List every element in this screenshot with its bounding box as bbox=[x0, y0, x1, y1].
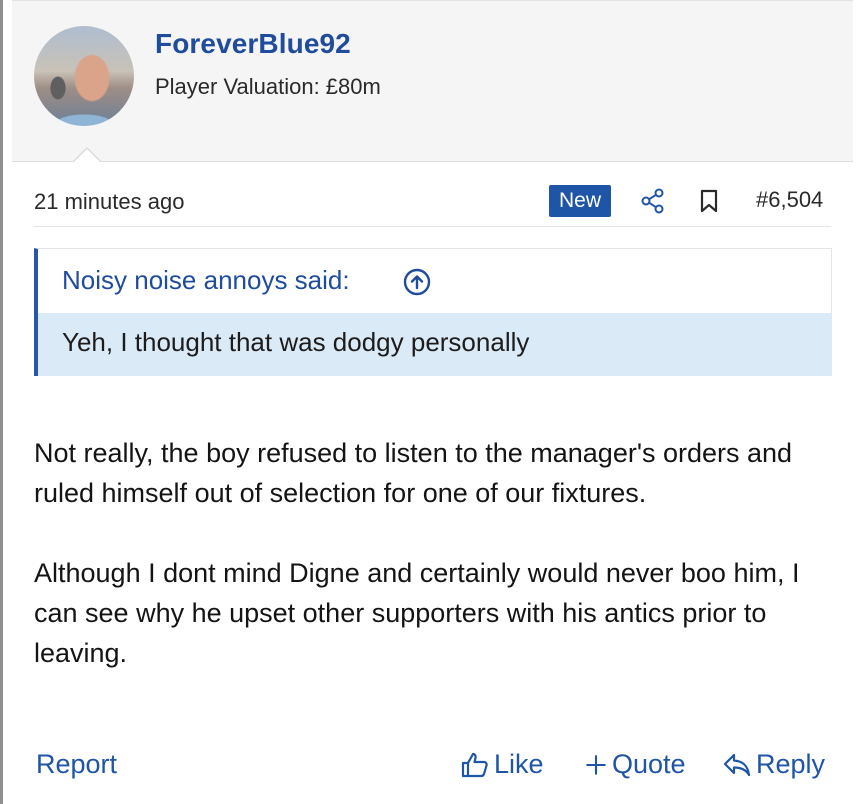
post-user-header: ForeverBlue92 Player Valuation: £80m bbox=[12, 0, 853, 162]
new-badge: New bbox=[549, 185, 612, 217]
quote-body: Yeh, I thought that was dodgy personally bbox=[38, 313, 832, 376]
quote-text: Yeh, I thought that was dodgy personally bbox=[62, 327, 530, 357]
window-frame-right bbox=[856, 0, 864, 804]
reply-label: Reply bbox=[756, 749, 826, 779]
quote-button[interactable]: Quote bbox=[584, 749, 686, 780]
like-label: Like bbox=[494, 749, 544, 779]
thumbs-up-icon bbox=[461, 752, 488, 777]
post-number-link[interactable]: #6,504 bbox=[756, 187, 823, 213]
avatar[interactable] bbox=[34, 26, 134, 126]
post-actions: Report Like Quote Reply bbox=[12, 740, 853, 790]
user-title: Player Valuation: £80m bbox=[155, 74, 381, 99]
share-icon[interactable] bbox=[640, 188, 666, 214]
meta-divider bbox=[34, 226, 831, 227]
report-link[interactable]: Report bbox=[36, 749, 117, 780]
window-frame-left bbox=[0, 0, 3, 804]
quote-block: Noisy noise annoys said: Yeh, I thought … bbox=[34, 248, 832, 376]
quote-header[interactable]: Noisy noise annoys said: bbox=[62, 265, 431, 299]
quote-label: Quote bbox=[612, 749, 686, 779]
username-link[interactable]: ForeverBlue92 bbox=[155, 28, 351, 60]
header-pointer-fill bbox=[73, 149, 101, 163]
post-timestamp[interactable]: 21 minutes ago bbox=[34, 189, 184, 215]
post-message: Not really, the boy refused to listen to… bbox=[34, 433, 829, 713]
jump-to-quote-icon[interactable] bbox=[402, 267, 432, 297]
reply-button[interactable]: Reply bbox=[722, 749, 825, 780]
reply-arrow-icon bbox=[723, 753, 751, 776]
quote-author[interactable]: Noisy noise annoys said: bbox=[62, 265, 350, 295]
bookmark-icon[interactable] bbox=[699, 189, 719, 213]
plus-icon bbox=[586, 754, 606, 775]
post-meta-row: 21 minutes ago New #6,504 bbox=[12, 176, 853, 226]
message-paragraph: Although I dont mind Digne and certainly… bbox=[34, 558, 800, 668]
like-button[interactable]: Like bbox=[460, 749, 544, 780]
message-paragraph: Not really, the boy refused to listen to… bbox=[34, 438, 793, 508]
forum-post: ForeverBlue92 Player Valuation: £80m 21 … bbox=[12, 0, 853, 804]
